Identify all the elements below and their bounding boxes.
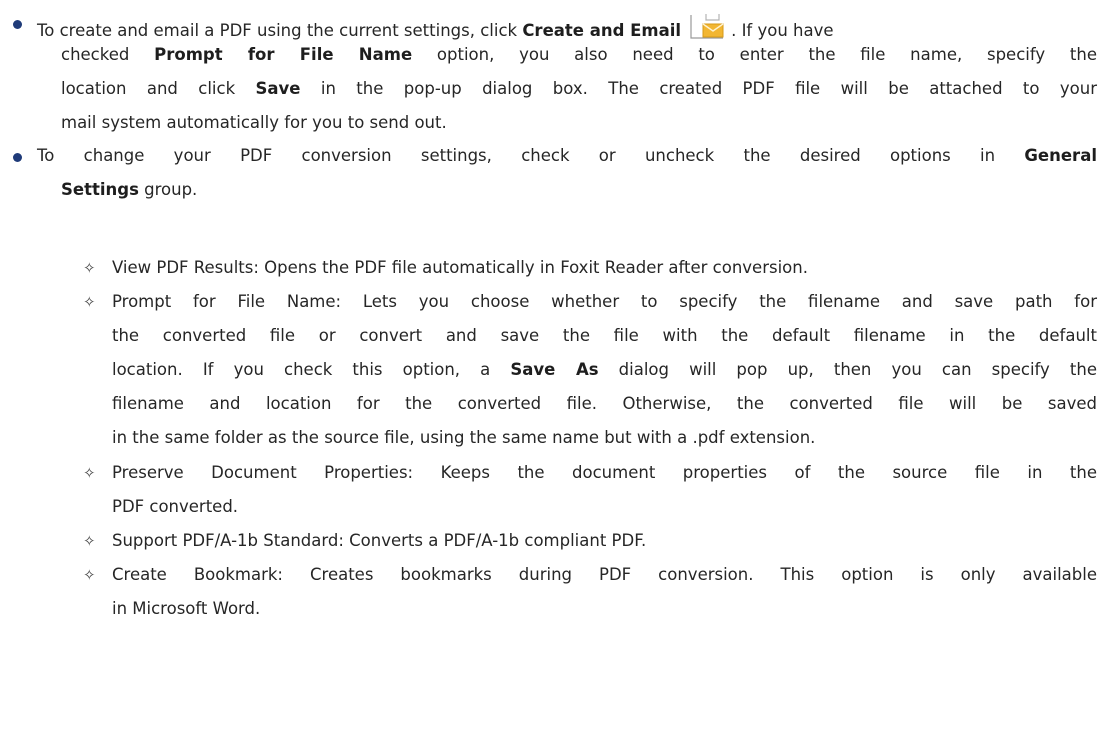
diamond-star-icon: ✧ xyxy=(83,464,96,482)
option-preserve-document-properties: Preserve Document Properties: Keeps the … xyxy=(112,463,1097,482)
bold-term: Settings xyxy=(61,180,139,199)
diamond-star-icon: ✧ xyxy=(83,259,96,277)
paragraph-line: To create and email a PDF using the curr… xyxy=(37,14,1097,41)
paragraph-line: location and click Save in the pop-up di… xyxy=(61,79,1097,99)
text-span: location and click xyxy=(61,79,256,98)
bold-term: Prompt for File Name xyxy=(154,45,413,64)
paragraph-line: in Microsoft Word. xyxy=(112,599,261,618)
text-span: in the pop-up dialog box. The created PD… xyxy=(300,79,1097,98)
text-span: group. xyxy=(138,180,198,199)
paragraph-line: checked Prompt for File Name option, you… xyxy=(61,45,1097,65)
email-envelope-icon xyxy=(689,14,725,40)
paragraph-line: filename and location for the converted … xyxy=(112,394,1097,413)
paragraph-line: PDF converted. xyxy=(112,497,239,516)
option-support-pdfa: Support PDF/A-1b Standard: Converts a PD… xyxy=(112,531,647,550)
option-view-pdf-results: View PDF Results: Opens the PDF file aut… xyxy=(112,258,808,277)
text-span: option, you also need to enter the file … xyxy=(412,45,1097,64)
option-prompt-for-file-name: Prompt for File Name: Lets you choose wh… xyxy=(112,292,1097,311)
diamond-star-icon: ✧ xyxy=(83,566,96,584)
paragraph-line: location. If you check this option, a Sa… xyxy=(112,360,1097,380)
bold-term: Save xyxy=(255,79,301,98)
text-span: location. If you check this option, a xyxy=(112,360,511,379)
option-create-bookmark: Create Bookmark: Creates bookmarks durin… xyxy=(112,565,1097,584)
text-span: checked xyxy=(61,45,155,64)
bold-term: Save As xyxy=(510,360,599,379)
diamond-star-icon: ✧ xyxy=(83,532,96,550)
bold-term: General xyxy=(1024,146,1097,165)
paragraph-line: mail system automatically for you to sen… xyxy=(61,113,447,132)
text-span: . If you have xyxy=(731,21,834,40)
diamond-star-icon: ✧ xyxy=(83,293,96,311)
text-span: dialog will pop up, then you can specify… xyxy=(598,360,1097,379)
paragraph-line: Settings group. xyxy=(61,180,197,200)
paragraph-line: To change your PDF conversion settings, … xyxy=(37,146,1097,166)
bold-term: Create and Email xyxy=(522,21,682,40)
paragraph-line: in the same folder as the source file, u… xyxy=(112,428,816,447)
bullet-dot xyxy=(13,20,22,29)
paragraph-line: the converted file or convert and save t… xyxy=(112,326,1097,345)
text-span: To create and email a PDF using the curr… xyxy=(37,21,523,40)
bullet-dot xyxy=(13,153,22,162)
text-span: To change your PDF conversion settings, … xyxy=(37,146,1025,165)
